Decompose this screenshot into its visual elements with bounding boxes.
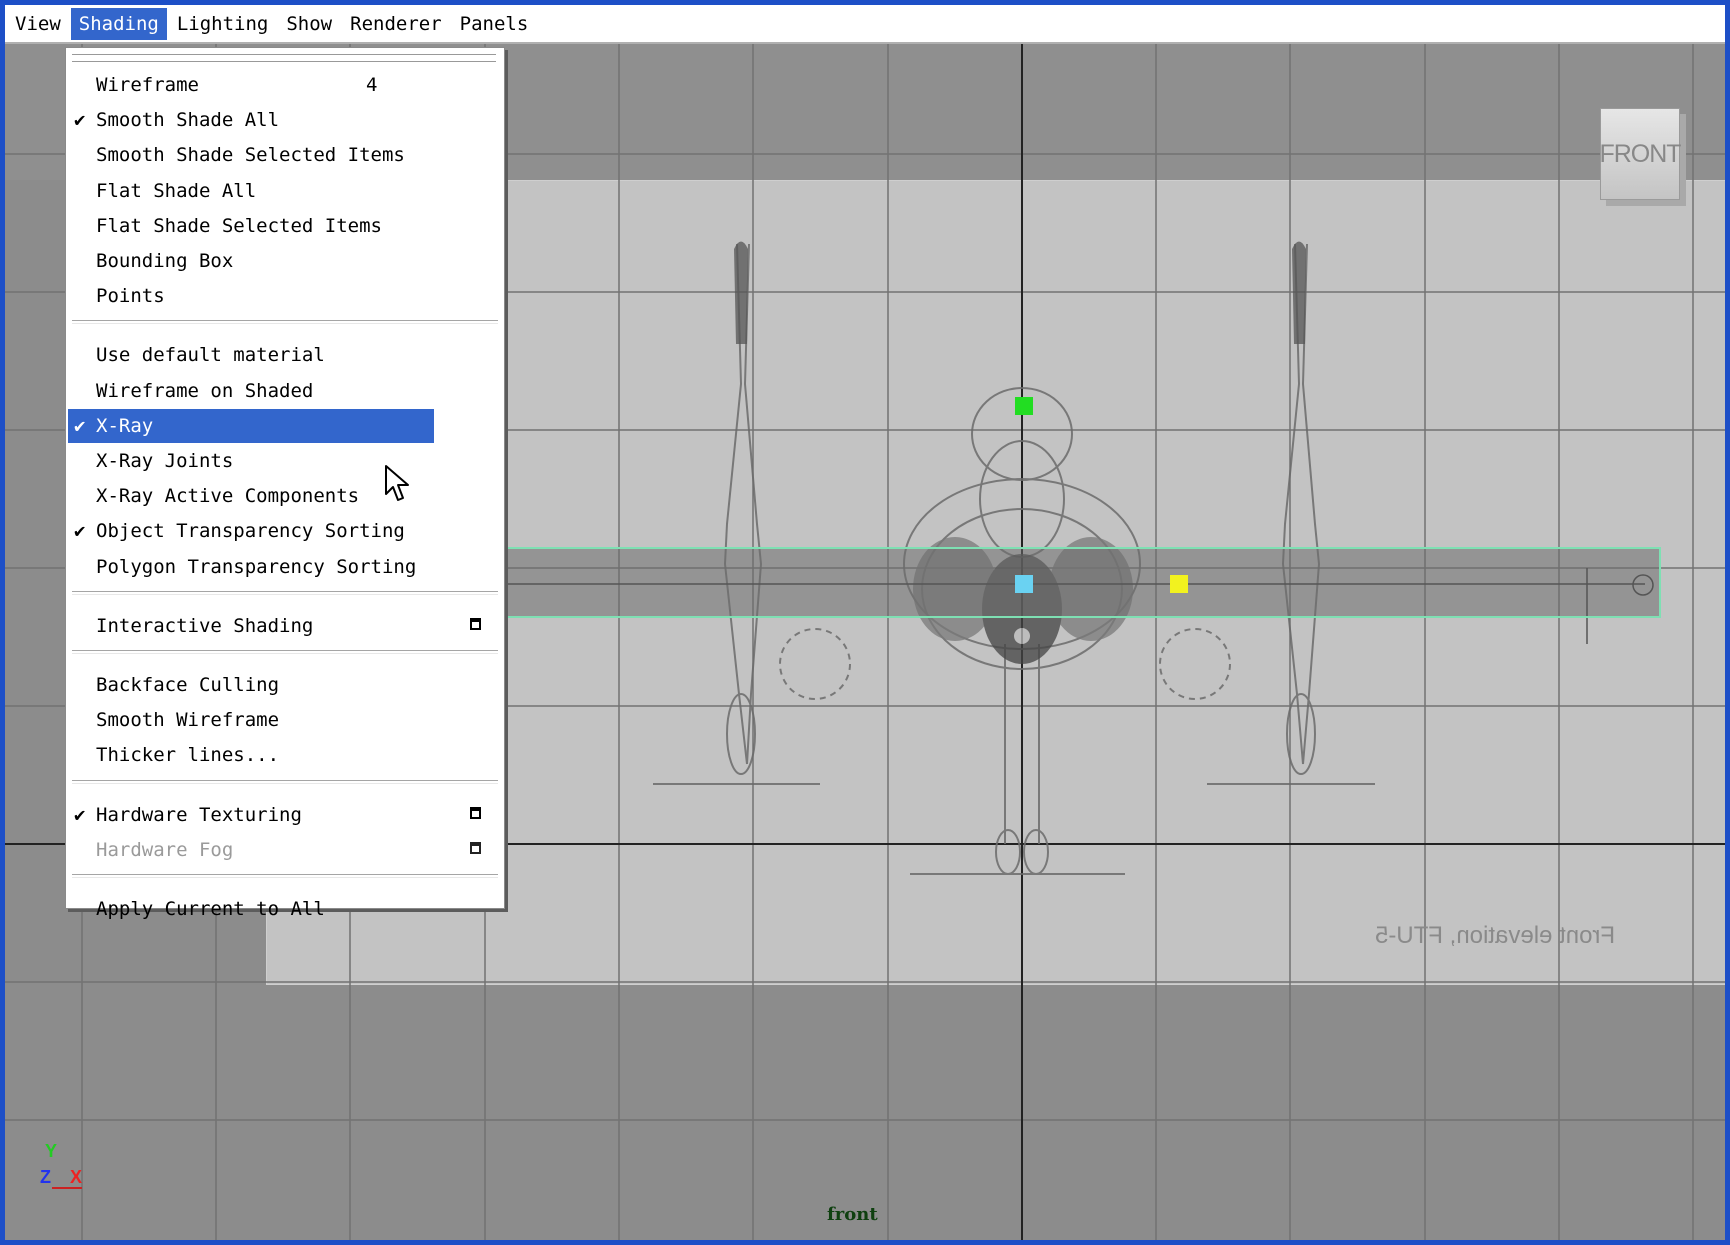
menu-item-smooth-shade-selected-items[interactable]: Smooth Shade Selected Items: [68, 138, 500, 172]
menu-item-polygon-transparency-sorting[interactable]: Polygon Transparency Sorting: [68, 550, 500, 584]
axis-y-label: Y: [45, 1141, 58, 1161]
menu-item-label: Apply Current to All: [96, 898, 325, 920]
selected-wing-object[interactable]: [445, 547, 1661, 618]
menu-item-apply-current-to-all[interactable]: Apply Current to All: [68, 892, 500, 926]
menu-item-interactive-shading[interactable]: Interactive Shading: [68, 609, 500, 643]
mouse-cursor-icon: [384, 464, 410, 509]
menu-item-object-transparency-sorting[interactable]: ✔ Object Transparency Sorting: [68, 514, 500, 548]
menu-item-bounding-box[interactable]: Bounding Box: [68, 244, 500, 278]
menu-renderer[interactable]: Renderer: [342, 8, 450, 40]
menu-item-label: Bounding Box: [96, 250, 234, 272]
checkmark-icon: ✔: [74, 109, 86, 132]
menu-view[interactable]: View: [7, 8, 69, 40]
menu-item-use-default-material[interactable]: Use default material: [68, 338, 500, 372]
menu-shading[interactable]: Shading: [70, 7, 167, 40]
menu-item-label: Smooth Wireframe: [96, 709, 280, 732]
menu-item-label: Smooth Shade All: [96, 109, 280, 132]
menu-item-points[interactable]: Points: [68, 279, 500, 313]
manipulator-x-handle[interactable]: [1170, 575, 1188, 593]
menu-item-label: X-Ray: [96, 414, 154, 437]
manipulator-center-handle[interactable]: [1015, 575, 1033, 593]
menu-item-flat-shade-all[interactable]: Flat Shade All: [68, 174, 500, 208]
menu-lighting[interactable]: Lighting: [169, 8, 277, 40]
menu-item-label: Backface Culling: [96, 674, 280, 696]
menu-item-label: Object Transparency Sorting: [96, 520, 405, 543]
menu-item-label: Wireframe on Shaded: [96, 379, 314, 402]
menu-item-label: Hardware Texturing: [96, 803, 302, 826]
menu-item-backface-culling[interactable]: Backface Culling: [68, 668, 500, 702]
axis-x-line: [52, 1187, 82, 1189]
option-box-icon[interactable]: [470, 617, 481, 630]
menu-item-wireframe[interactable]: Wireframe 4: [68, 68, 500, 102]
menu-item-label: Flat Shade Selected Items: [96, 214, 382, 237]
axis-gizmo: Y Z X: [40, 1141, 100, 1211]
menu-item-x-ray-joints[interactable]: X-Ray Joints: [68, 444, 500, 478]
menu-item-label: Flat Shade All: [96, 179, 257, 202]
menu-item-wireframe-on-shaded[interactable]: Wireframe on Shaded: [68, 374, 500, 408]
shading-dropdown-menu: Wireframe 4 ✔ Smooth Shade All Smooth Shade …: [65, 47, 505, 920]
menu-item-label: Hardware Fog: [96, 838, 234, 861]
manipulator-y-handle[interactable]: [1015, 397, 1033, 415]
option-box-icon: [470, 841, 481, 854]
menu-item-label: Interactive Shading: [96, 614, 314, 637]
menu-item-flat-shade-selected-items[interactable]: Flat Shade Selected Items: [68, 209, 500, 243]
checkmark-icon: ✔: [74, 414, 86, 437]
menu-item-x-ray[interactable]: ✔ X-Ray: [68, 408, 434, 443]
menu-item-shortcut: 4: [366, 74, 378, 96]
menu-item-x-ray-active-components[interactable]: X-Ray Active Components: [68, 479, 500, 513]
menu-item-label: Polygon Transparency Sorting: [96, 555, 417, 578]
menu-show[interactable]: Show: [278, 8, 340, 40]
menu-separator: [72, 590, 498, 595]
checkmark-icon: ✔: [74, 803, 86, 826]
menu-item-hardware-texturing[interactable]: ✔ Hardware Texturing: [68, 798, 500, 832]
menu-separator: [72, 779, 498, 784]
menu-item-label: Wireframe: [96, 74, 199, 96]
menu-item-smooth-wireframe[interactable]: Smooth Wireframe: [68, 703, 500, 737]
viewcube-front[interactable]: FRONT: [1599, 108, 1682, 200]
menu-item-label: X-Ray Joints: [96, 450, 234, 472]
axis-z-label: Z: [40, 1167, 51, 1187]
camera-name-label: front: [827, 1204, 878, 1225]
menu-item-hardware-fog: Hardware Fog: [68, 833, 500, 867]
maya-front-panel: View Shading Lighting Show Renderer Pane…: [5, 5, 1725, 1240]
option-box-icon[interactable]: [470, 806, 481, 819]
blueprint-caption-mirrored: Front elevation, FTU-5: [1375, 922, 1616, 949]
menu-separator: [72, 874, 498, 878]
menu-item-label: Smooth Shade Selected Items: [96, 144, 405, 167]
menu-tearoff-bar[interactable]: [72, 54, 496, 62]
menu-panels[interactable]: Panels: [452, 8, 537, 40]
menu-item-label: X-Ray Active Components: [96, 485, 360, 508]
menu-item-label: Points: [96, 285, 165, 308]
checkmark-icon: ✔: [74, 520, 86, 543]
menu-item-label: Thicker lines...: [96, 744, 280, 767]
menu-separator: [72, 650, 498, 654]
menu-item-smooth-shade-all[interactable]: ✔ Smooth Shade All: [68, 103, 500, 137]
panel-menubar: View Shading Lighting Show Renderer Pane…: [5, 5, 1725, 44]
menu-item-label: Use default material: [96, 344, 325, 367]
menu-item-thicker-lines[interactable]: Thicker lines...: [68, 738, 500, 772]
axis-x-label: X: [70, 1167, 83, 1187]
menu-separator: [72, 320, 498, 325]
